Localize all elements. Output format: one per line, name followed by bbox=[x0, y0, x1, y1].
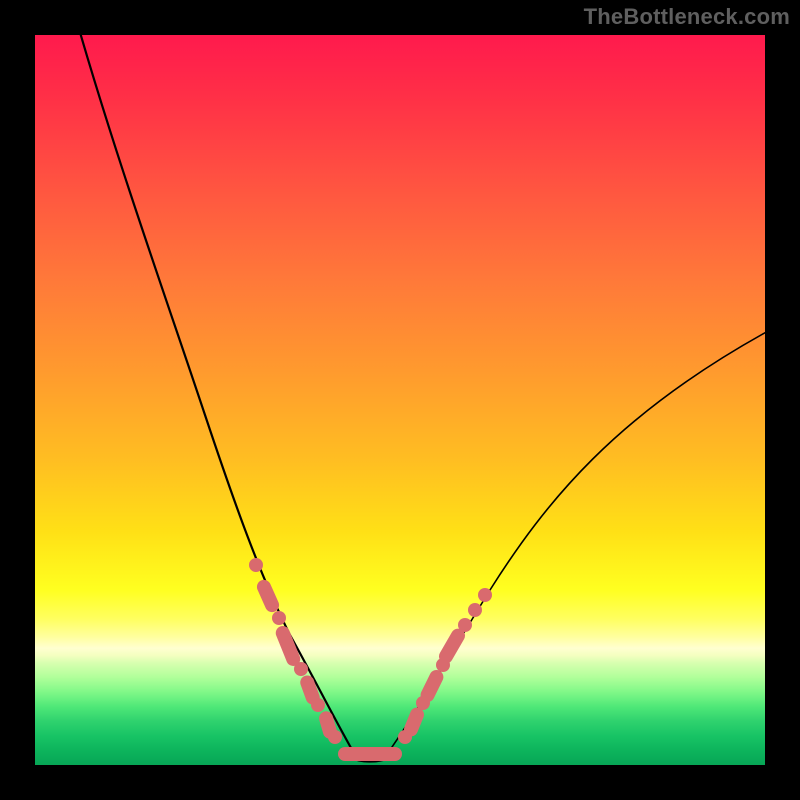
highlight-dots bbox=[249, 558, 492, 761]
curve-layer bbox=[35, 35, 765, 765]
bottleneck-curve-left bbox=[75, 35, 355, 755]
attribution-text: TheBottleneck.com bbox=[584, 4, 790, 30]
chart-frame: TheBottleneck.com bbox=[0, 0, 800, 800]
bottleneck-curve-right bbox=[385, 330, 765, 757]
plot-area bbox=[35, 35, 765, 765]
